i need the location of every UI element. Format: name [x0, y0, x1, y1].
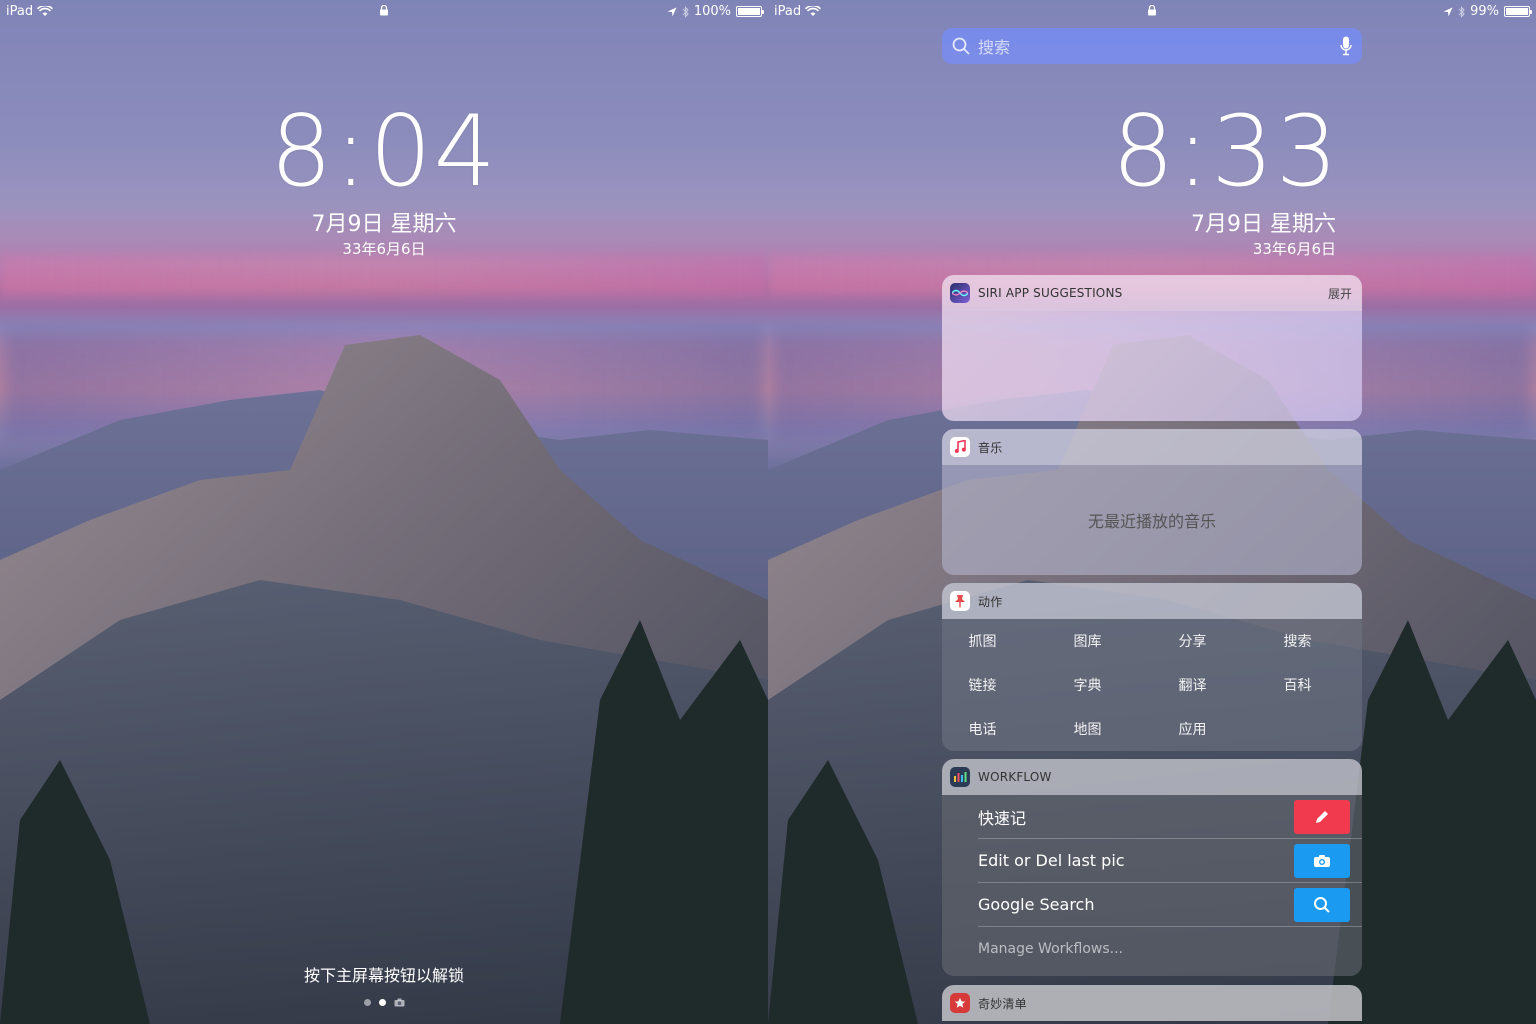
search-field[interactable]: 搜索 — [942, 28, 1362, 64]
action-map[interactable]: 地图 — [1047, 707, 1128, 751]
lock-icon — [380, 4, 388, 16]
workflow-label: Google Search — [978, 895, 1095, 914]
wifi-icon — [37, 6, 54, 16]
widget-header: 动作 — [942, 583, 1362, 619]
action-phone[interactable]: 电话 — [942, 707, 1023, 751]
workflow-row-edit-last-pic[interactable]: Edit or Del last pic — [978, 839, 1362, 883]
lock-clock: 8:04 — [269, 95, 499, 209]
action-share[interactable]: 分享 — [1152, 619, 1233, 663]
search-icon — [1314, 896, 1330, 913]
action-translate[interactable]: 翻译 — [1152, 663, 1233, 707]
bluetooth-icon — [682, 5, 689, 18]
camera-icon — [1314, 854, 1330, 867]
widget-title: 奇妙清单 — [978, 996, 1027, 1011]
expand-button[interactable]: 展开 — [1328, 285, 1352, 302]
workflow-label: 快速记 — [978, 808, 1027, 828]
edit-pic-run-button[interactable] — [1294, 843, 1350, 878]
action-app[interactable]: 应用 — [1152, 707, 1233, 751]
actions-grid: 抓图 图库 分享 搜索 链接 字典 翻译 百科 电话 地图 应用 — [942, 619, 1362, 751]
action-search[interactable]: 搜索 — [1257, 619, 1338, 663]
battery-percent: 99% — [1470, 4, 1499, 19]
widget-header: WORKFLOW — [942, 759, 1362, 795]
widget-body — [942, 311, 1362, 421]
wunderlist-icon — [950, 993, 970, 1013]
bluetooth-icon — [1458, 5, 1465, 18]
today-clock: 8:33 — [1111, 95, 1340, 209]
actions-widget: 动作 抓图 图库 分享 搜索 链接 字典 翻译 百科 电话 地图 应用 — [942, 583, 1362, 751]
unlock-hint: 按下主屏幕按钮以解锁 — [303, 966, 464, 985]
carrier-label: iPad — [774, 4, 802, 19]
widget-title: 动作 — [978, 594, 1003, 609]
workflow-row-quick-note[interactable]: 快速记 — [978, 795, 1362, 839]
lock-icon — [1148, 4, 1156, 16]
workflow-widget: WORKFLOW 快速记 Edit or Del last pic Google… — [942, 759, 1362, 976]
widget-header: SIRI APP SUGGESTIONS 展开 — [942, 275, 1362, 311]
workflow-list: 快速记 Edit or Del last pic Google Search M… — [942, 795, 1362, 976]
music-widget: 音乐 无最近播放的音乐 — [942, 429, 1362, 575]
status-bar: iPad 100% — [0, 0, 768, 22]
wunderlist-widget: 奇妙清单 — [942, 985, 1362, 1024]
quick-note-run-button[interactable] — [1294, 799, 1350, 834]
action-dictionary[interactable]: 字典 — [1047, 663, 1128, 707]
carrier-label: iPad — [6, 4, 34, 19]
widget-title: WORKFLOW — [978, 770, 1052, 784]
workflow-app-icon — [950, 767, 970, 787]
status-bar: iPad 99% — [768, 0, 1536, 22]
location-icon — [1443, 7, 1453, 16]
widget-title: 音乐 — [978, 440, 1003, 455]
pushpin-icon — [950, 591, 970, 611]
widget-header: 音乐 — [942, 429, 1362, 465]
wifi-icon — [805, 6, 822, 16]
today-view: iPad 99% 搜索 8:33 7月9日 星期六 33年6月6日 SIRI A… — [768, 0, 1536, 1024]
battery-icon — [1504, 6, 1532, 17]
workflow-row-google-search[interactable]: Google Search — [978, 883, 1362, 927]
search-icon — [952, 37, 970, 55]
today-date: 7月9日 星期六 — [1191, 212, 1336, 237]
widget-title: SIRI APP SUGGESTIONS — [978, 286, 1123, 300]
google-search-run-button[interactable] — [1294, 887, 1350, 922]
lock-screen: iPad 100% 8:04 7月9日 星期六 33年6月6日 按下主屏幕按钮以… — [0, 0, 768, 1024]
lock-lunar-date: 33年6月6日 — [342, 240, 426, 258]
battery-percent: 100% — [693, 4, 731, 19]
page-indicator[interactable] — [0, 998, 768, 1007]
page-dot-lock[interactable] — [378, 999, 386, 1006]
widget-header: 奇妙清单 — [942, 985, 1362, 1021]
manage-workflows-link[interactable]: Manage Workflows... — [978, 927, 1362, 971]
location-icon — [667, 7, 677, 16]
action-capture[interactable]: 抓图 — [942, 619, 1023, 663]
camera-icon[interactable] — [394, 998, 405, 1007]
workflow-label: Edit or Del last pic — [978, 851, 1125, 870]
action-encyclopedia[interactable]: 百科 — [1257, 663, 1338, 707]
siri-suggestions-widget: SIRI APP SUGGESTIONS 展开 — [942, 275, 1362, 421]
page-dot-today[interactable] — [363, 999, 371, 1006]
action-gallery[interactable]: 图库 — [1047, 619, 1128, 663]
music-note-icon — [950, 437, 970, 457]
today-lunar-date: 33年6月6日 — [1252, 240, 1336, 258]
search-placeholder: 搜索 — [978, 38, 1011, 57]
siri-icon — [950, 283, 970, 303]
action-link[interactable]: 链接 — [942, 663, 1023, 707]
pencil-icon — [1316, 810, 1328, 823]
lock-date: 7月9日 星期六 — [311, 212, 457, 237]
battery-icon — [736, 6, 764, 17]
music-empty-text: 无最近播放的音乐 — [942, 465, 1362, 575]
microphone-icon[interactable] — [1340, 36, 1352, 56]
